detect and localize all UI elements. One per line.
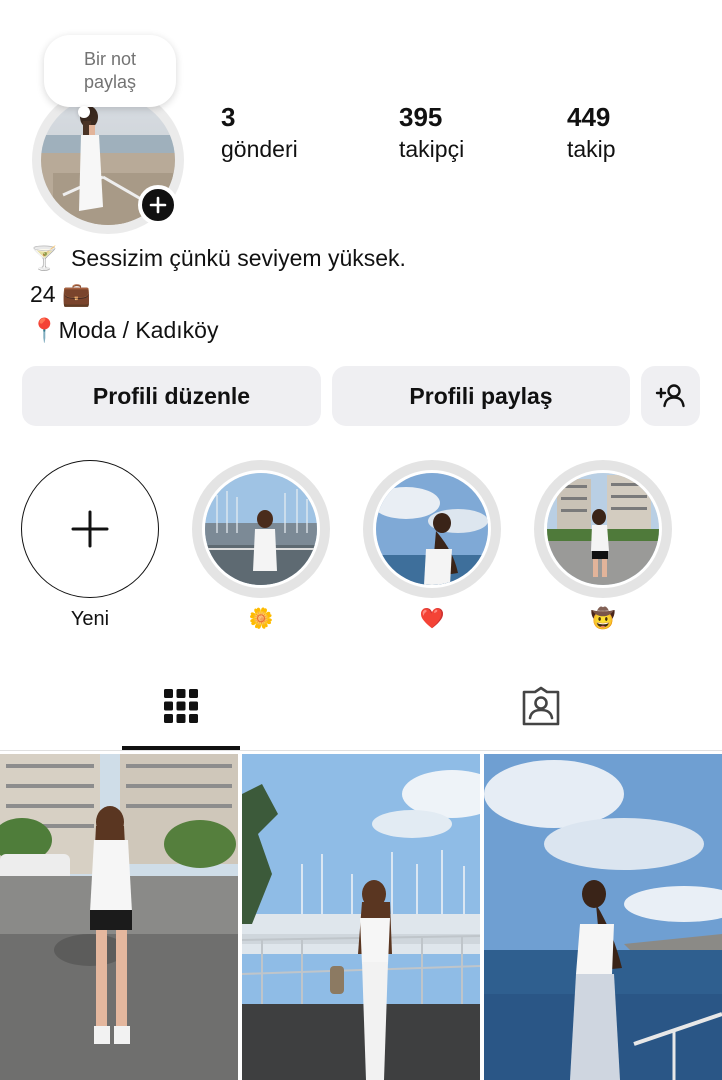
highlight-ring <box>363 460 501 598</box>
followers-stat[interactable]: 395 takipçi <box>399 100 464 164</box>
following-stat[interactable]: 449 takip <box>567 100 616 164</box>
bio-line-2: 24 💼 <box>30 276 406 312</box>
highlight-3[interactable]: 🤠 <box>534 460 672 632</box>
highlight-label: 🌼 <box>248 608 274 630</box>
briefcase-emoji: 💼 <box>61 281 91 307</box>
add-story-button[interactable] <box>138 185 178 225</box>
tabs-divider <box>0 750 722 751</box>
grid-icon <box>164 689 198 723</box>
post-thumbnail-2[interactable] <box>242 754 480 1080</box>
highlight-1[interactable]: 🌼 <box>192 460 330 632</box>
post-thumbnail-1[interactable] <box>0 754 238 1080</box>
highlight-new[interactable]: Yeni <box>21 460 159 632</box>
bio-text-3: Moda / Kadıköy <box>58 317 219 343</box>
tab-tagged[interactable] <box>482 684 600 728</box>
highlight-2[interactable]: ❤️ <box>363 460 501 632</box>
highlight-thumbnail <box>373 470 491 588</box>
tagged-person-icon <box>522 686 560 726</box>
cocktail-emoji: 🍸 <box>30 245 59 271</box>
highlight-label: 🤠 <box>590 608 616 630</box>
plus-icon <box>149 196 167 214</box>
highlight-thumbnail <box>544 470 662 588</box>
discover-people-button[interactable] <box>641 366 700 426</box>
bio-line-3: 📍Moda / Kadıköy <box>30 312 406 348</box>
tab-grid[interactable] <box>122 684 240 728</box>
highlight-label: ❤️ <box>419 608 445 630</box>
plus-icon <box>71 510 109 548</box>
highlight-thumbnail <box>202 470 320 588</box>
highlight-ring <box>534 460 672 598</box>
highlight-label: Yeni <box>70 608 110 630</box>
share-profile-button[interactable]: Profili paylaş <box>332 366 630 426</box>
posts-count: 3 <box>221 102 236 132</box>
note-bubble[interactable]: Bir not paylaş <box>44 35 176 107</box>
followers-label: takipçi <box>399 136 465 162</box>
following-label: takip <box>567 136 616 162</box>
edit-profile-button[interactable]: Profili düzenle <box>22 366 321 426</box>
posts-label: gönderi <box>221 136 298 162</box>
note-bubble-tail <box>78 106 90 118</box>
highlight-ring <box>192 460 330 598</box>
profile-bio: 🍸 Sessizim çünkü seviyem yüksek. 24 💼 📍M… <box>30 240 406 348</box>
posts-stat[interactable]: 3 gönderi <box>221 100 298 164</box>
following-count: 449 <box>567 102 611 132</box>
add-person-icon <box>655 384 685 408</box>
profile-stats: 3 gönderi 395 takipçi 449 takip <box>0 100 722 180</box>
note-text: Bir not paylaş <box>83 49 137 92</box>
bio-line-1: 🍸 Sessizim çünkü seviyem yüksek. <box>30 240 406 276</box>
post-thumbnail-3[interactable] <box>484 754 722 1080</box>
bio-text-2: 24 <box>30 281 56 307</box>
pin-emoji: 📍 <box>30 317 59 343</box>
new-highlight-circle[interactable] <box>21 460 159 598</box>
followers-count: 395 <box>399 102 443 132</box>
bio-text-1: Sessizim çünkü seviyem yüksek. <box>71 245 406 271</box>
